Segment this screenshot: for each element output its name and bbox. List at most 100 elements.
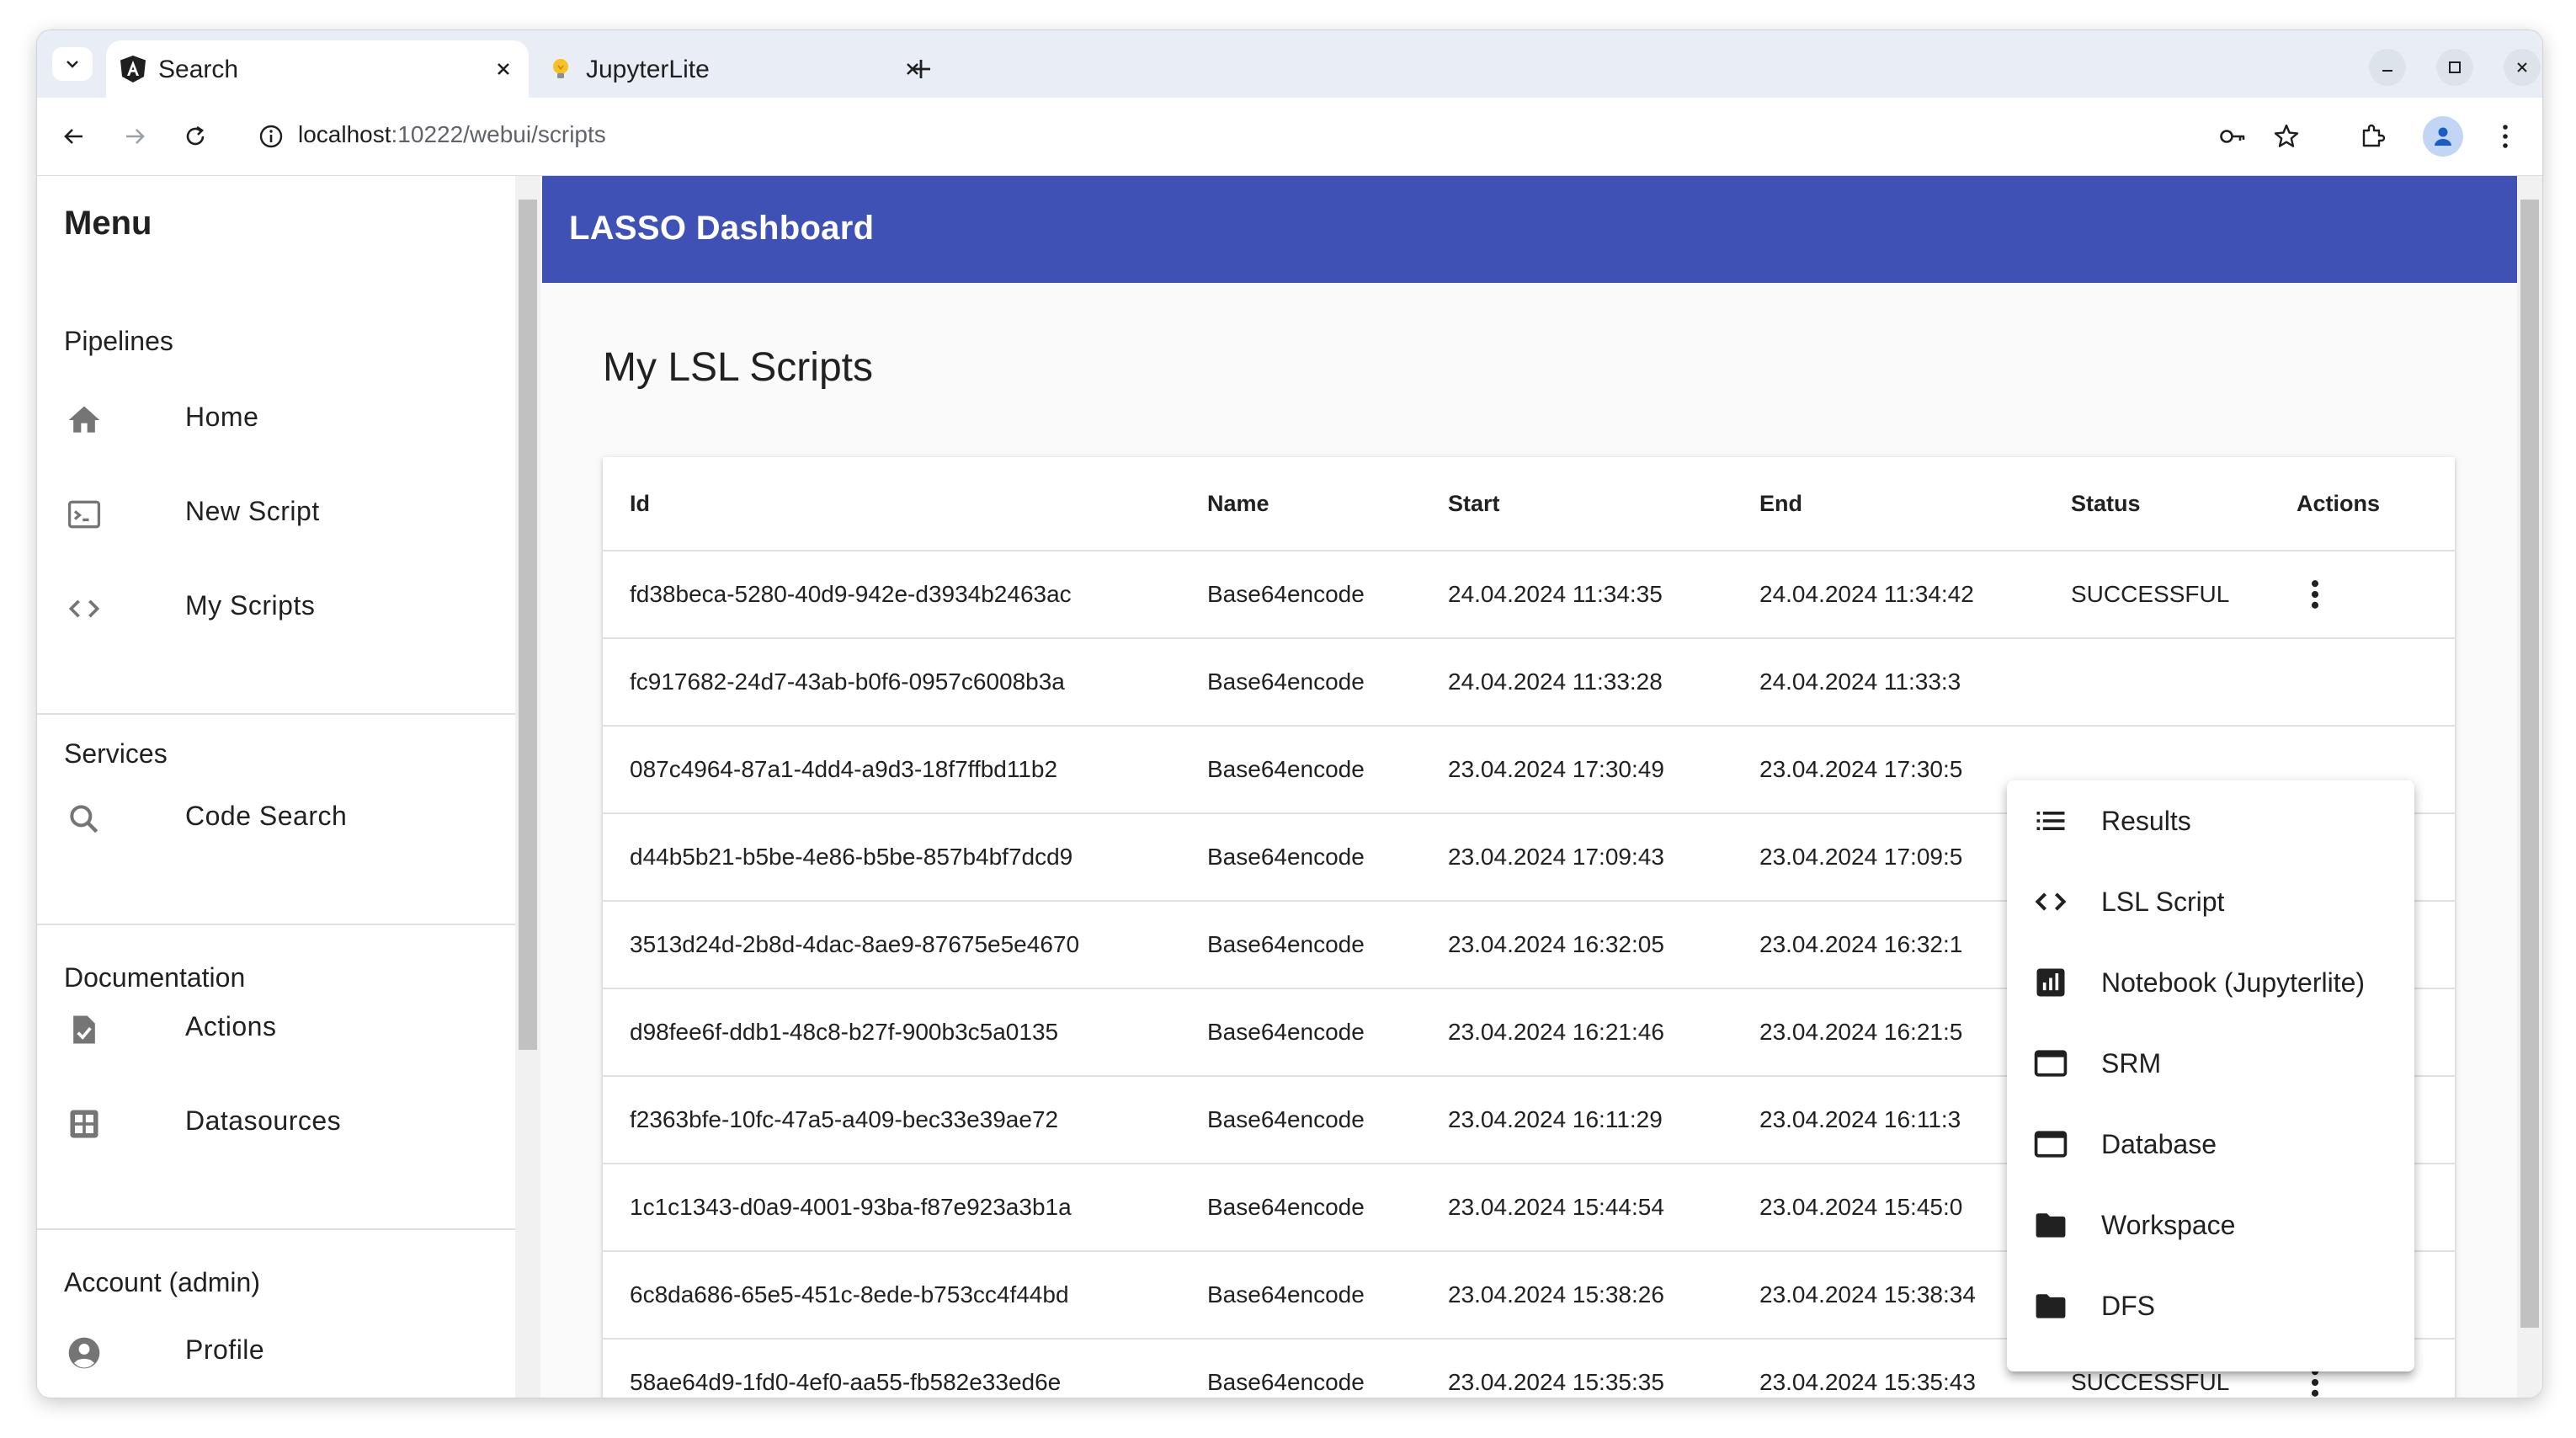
minimize-icon [2382,70,2392,72]
close-icon[interactable] [490,56,517,83]
reload-button[interactable] [177,118,214,155]
scrollbar-thumb[interactable] [2520,200,2539,1328]
table-row[interactable]: fc917682-24d7-43ab-b0f6-0957c6008b3a Base… [603,638,2455,727]
main-scrollbar[interactable] [2517,176,2542,1398]
cell-status [2044,638,2270,727]
sidebar-item-label: Datasources [185,1105,342,1136]
new-tab-icon[interactable] [904,52,938,86]
home-icon [68,406,100,433]
cell-end: 23.04.2024 17:09:5 [1732,813,2044,902]
extensions-button[interactable] [2354,118,2391,155]
web-asset-icon [2034,1050,2068,1077]
section-heading-pipelines: Pipelines [64,326,173,356]
sidebar-scrollbar[interactable] [515,176,540,1398]
cell-start: 24.04.2024 11:33:28 [1421,638,1732,727]
puzzle-icon [2362,124,2386,147]
profile-button[interactable] [2423,116,2463,157]
sidebar-item-my-scripts[interactable]: My Scripts [37,565,515,649]
column-header-end[interactable]: End [1732,457,2044,551]
tab-search-button[interactable] [52,47,93,81]
app-title: LASSO Dashboard [569,210,875,247]
cell-end: 23.04.2024 17:30:5 [1732,726,2044,814]
cell-start: 23.04.2024 15:35:35 [1421,1339,1732,1398]
more-vert-icon[interactable] [2297,576,2334,613]
cell-id: 6c8da686-65e5-451c-8ede-b753cc4f44bd [603,1251,1180,1339]
reload-icon [186,125,205,146]
menu-item-database[interactable]: Database [2007,1104,2414,1185]
list-icon [2036,812,2065,830]
back-button[interactable] [56,118,93,155]
angular-icon [120,56,146,83]
column-header-name[interactable]: Name [1180,457,1421,551]
cell-id: fd38beca-5280-40d9-942e-d3934b2463ac [603,551,1180,639]
cell-id: 3513d24d-2b8d-4dac-8ae9-87675e5e4670 [603,901,1180,989]
sidebar-item-code-search[interactable]: Code Search [37,775,515,860]
tab-search[interactable]: Search [106,40,529,98]
column-header-status[interactable]: Status [2044,457,2270,551]
browser-menu-button[interactable] [2487,118,2524,155]
url-text: localhost:10222/webui/scripts [298,121,606,148]
cell-start: 23.04.2024 16:32:05 [1421,901,1732,989]
column-header-start[interactable]: Start [1421,457,1732,551]
menu-item-label: SRM [2101,1048,2162,1078]
url-path: :10222/webui/scripts [391,121,606,147]
sidebar-item-datasources[interactable]: Datasources [37,1080,515,1164]
info-icon[interactable] [258,123,285,150]
cell-start: 23.04.2024 17:09:43 [1421,813,1732,902]
menu-item-lsl-script[interactable]: LSL Script [2007,861,2414,942]
bookmark-button[interactable] [2268,118,2305,155]
menu-item-workspace[interactable]: Workspace [2007,1185,2414,1265]
cell-id: 1c1c1343-d0a9-4001-93ba-f87e923a3b1a [603,1164,1180,1252]
cell-name: Base64encode [1180,901,1421,989]
page-title: My LSL Scripts [603,345,873,390]
cell-end: 23.04.2024 16:21:5 [1732,988,2044,1077]
cell-id: 087c4964-87a1-4dd4-a9d3-18f7ffbd11b2 [603,726,1180,814]
code-icon [2035,892,2067,911]
sidebar-item-new-script[interactable]: New Script [37,471,515,555]
sidebar-item-profile[interactable]: Profile [37,1309,515,1393]
menu-title: Menu [64,205,152,242]
minimize-button[interactable] [2369,49,2406,86]
forward-button[interactable] [116,118,153,155]
folder-icon [2036,1294,2066,1318]
column-header-id[interactable]: Id [603,457,1180,551]
web-page: Menu Pipelines Home New Script My Script… [37,176,2542,1398]
cell-name: Base64encode [1180,1164,1421,1252]
sidebar-item-label: Profile [185,1334,265,1365]
divider [37,713,515,715]
menu-item-srm[interactable]: SRM [2007,1023,2414,1104]
cell-status: SUCCESSFUL [2044,551,2270,639]
app-header: LASSO Dashboard [542,176,2517,283]
maximize-button[interactable] [2436,49,2473,86]
cell-id: 58ae64d9-1fd0-4ef0-aa55-fb582e33ed6e [603,1339,1180,1398]
cell-actions [2270,551,2455,639]
divider [37,1228,515,1230]
person-icon [2435,127,2451,146]
cell-end: 23.04.2024 15:35:43 [1732,1339,2044,1398]
folder-icon [2036,1213,2066,1238]
menu-item-label: DFS [2101,1291,2155,1321]
tab-jupyterlite[interactable]: JupyterLite [534,40,938,98]
menu-item-dfs[interactable]: DFS [2007,1265,2414,1346]
jupyterlite-icon [553,59,568,78]
more-vert-icon [2503,125,2508,148]
sidebar-item-actions[interactable]: Actions [37,986,515,1070]
cell-end: 23.04.2024 15:45:0 [1732,1164,2044,1252]
cell-name: Base64encode [1180,726,1421,814]
cell-start: 23.04.2024 15:44:54 [1421,1164,1732,1252]
browser-window: Search JupyterLite localhost:10222/webui… [37,30,2542,1398]
menu-item-notebook[interactable]: Notebook (Jupyterlite) [2007,942,2414,1023]
address-bar[interactable]: localhost:10222/webui/scripts [239,106,2209,167]
cell-name: Base64encode [1180,1251,1421,1339]
close-window-button[interactable] [2504,49,2541,86]
menu-item-label: LSL Script [2101,887,2225,917]
cell-start: 24.04.2024 11:34:35 [1421,551,1732,639]
sidebar-item-home[interactable]: Home [37,376,515,461]
chart-icon [2036,968,2065,997]
table-row[interactable]: fd38beca-5280-40d9-942e-d3934b2463ac Base… [603,551,2455,639]
menu-item-results[interactable]: Results [2007,780,2414,861]
scrollbar-thumb[interactable] [519,200,537,1050]
grid-icon [70,1110,98,1138]
chevron-down-icon [67,61,78,68]
password-key-button[interactable] [2214,118,2251,155]
